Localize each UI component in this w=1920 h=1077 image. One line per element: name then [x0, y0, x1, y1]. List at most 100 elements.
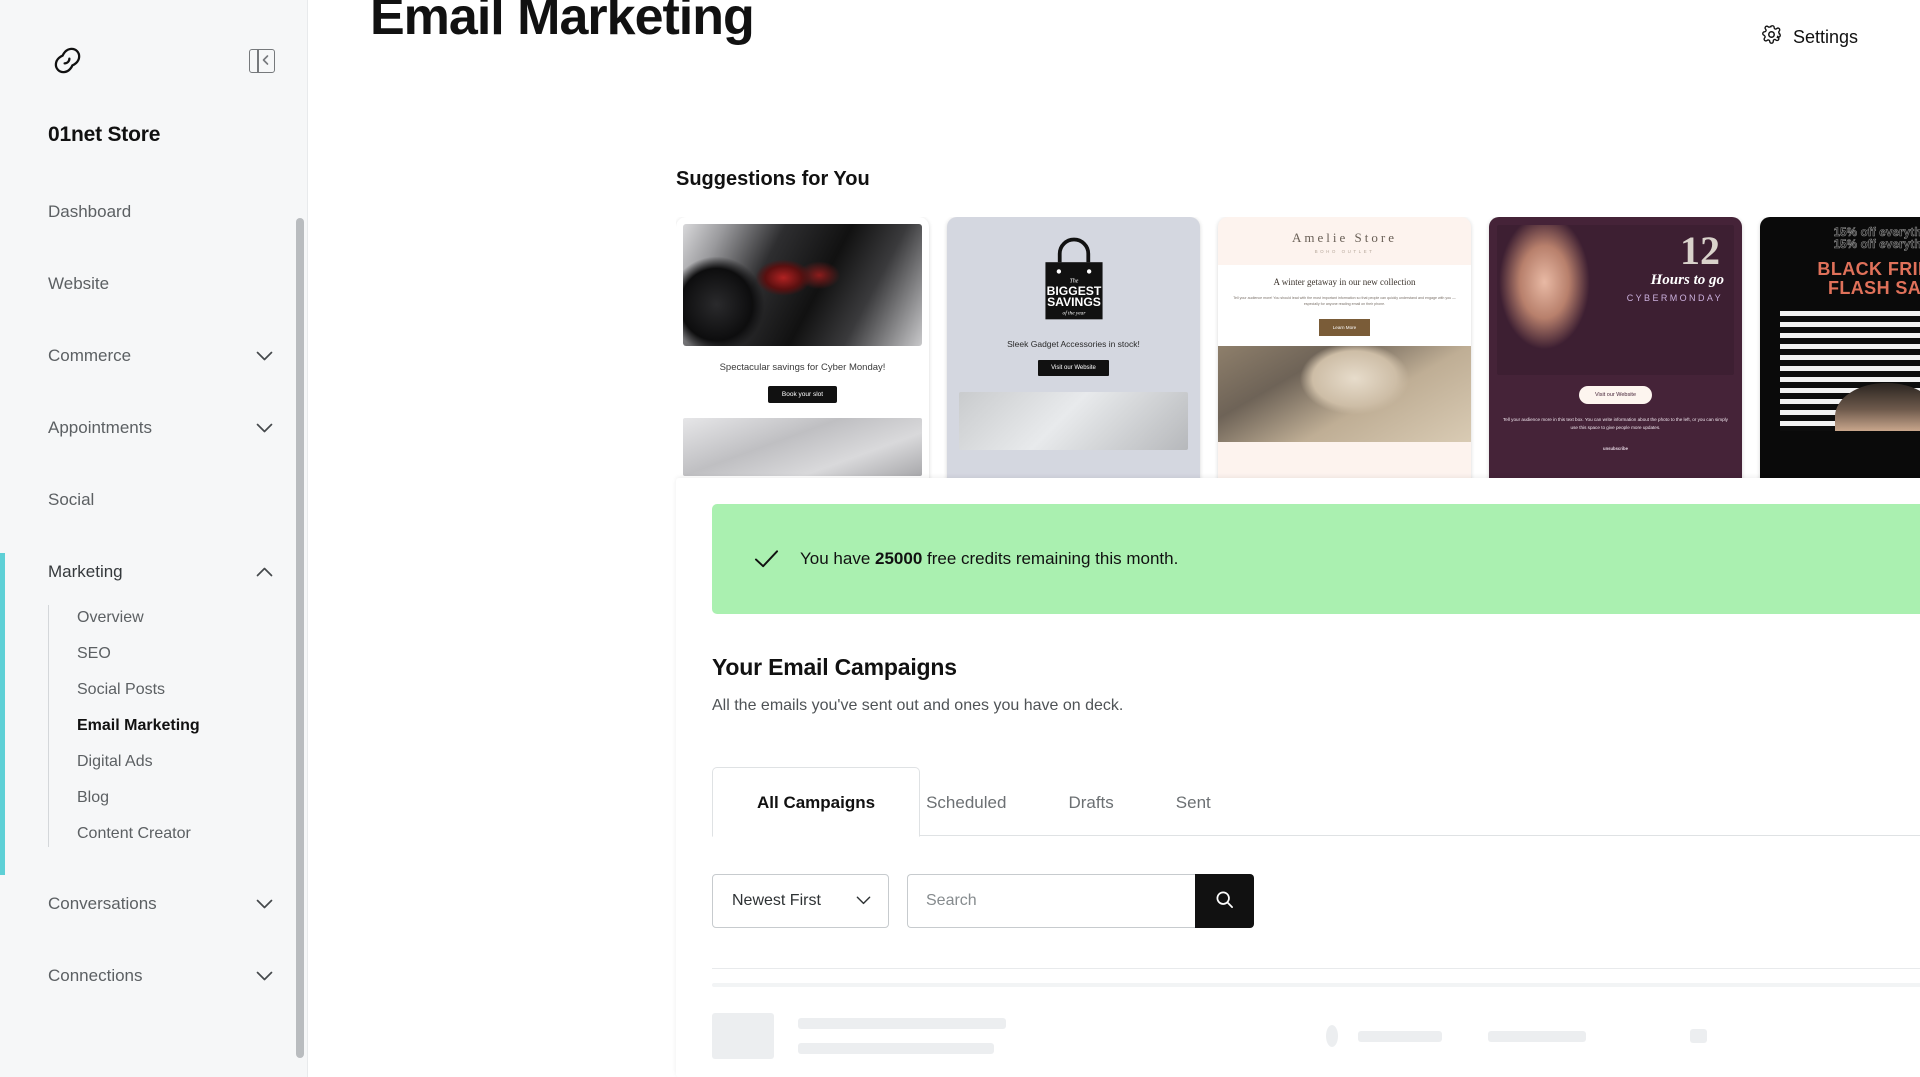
template-countdown-text: Hours to go — [1650, 272, 1724, 288]
sidebar-item-marketing[interactable]: Marketing — [0, 553, 307, 591]
template-hero-image — [1218, 345, 1471, 442]
template-card-biggest-savings[interactable]: The BIGGEST SAVINGS of the year Sleek Ga… — [947, 217, 1200, 495]
tab-sent[interactable]: Sent — [1176, 767, 1211, 836]
app-root: 01net Store Dashboard Website Commerce A… — [0, 0, 1920, 1077]
sidebar-group-marketing: Marketing Overview SEO Social Posts Emai… — [0, 553, 307, 875]
sidebar-subitem-label: Content Creator — [77, 825, 191, 842]
sidebar-item-label: Social — [48, 490, 95, 509]
template-event-name: CYBERMONDAY — [1626, 293, 1723, 303]
sidebar-item-conversations[interactable]: Conversations — [0, 885, 307, 923]
sidebar-subitem-label: Social Posts — [77, 681, 166, 698]
search-bar — [907, 874, 1254, 928]
collapse-sidebar-icon[interactable] — [249, 49, 275, 73]
sidebar-item-email-marketing[interactable]: Email Marketing — [77, 713, 307, 739]
search-input[interactable] — [907, 874, 1195, 928]
sidebar-item-seo[interactable]: SEO — [77, 641, 307, 667]
template-offer-line-1: 15% off everything — [1833, 227, 1920, 240]
collapse-chevron-left-icon — [261, 54, 270, 69]
chevron-down-icon — [256, 351, 273, 361]
chevron-up-icon — [256, 567, 273, 577]
template-caption: Spectacular savings for Cyber Monday! — [719, 362, 886, 373]
template-secondary-image — [683, 418, 922, 476]
sidebar-subitem-label: Email Marketing — [77, 717, 200, 734]
skeleton-meta — [1358, 1030, 1442, 1042]
skeleton-meta — [1488, 1030, 1586, 1042]
suggestions-heading: Suggestions for You — [676, 168, 870, 190]
sidebar-item-overview[interactable]: Overview — [77, 605, 307, 631]
sidebar-item-content-creator[interactable]: Content Creator — [77, 821, 307, 847]
sidebar-item-digital-ads[interactable]: Digital Ads — [77, 749, 307, 775]
sidebar-item-social[interactable]: Social — [0, 481, 307, 519]
banner-text-after: free credits remaining this month. — [922, 549, 1179, 568]
sidebar-item-connections[interactable]: Connections — [0, 957, 307, 995]
tab-all-campaigns[interactable]: All Campaigns — [712, 767, 921, 837]
template-heading: A winter getaway in our new collection — [1273, 277, 1416, 287]
sidebar-item-blog[interactable]: Blog — [77, 785, 307, 811]
template-title-line-2: FLASH SALE — [1827, 278, 1920, 299]
sidebar-item-dashboard[interactable]: Dashboard — [0, 193, 307, 231]
marketing-submenu: Overview SEO Social Posts Email Marketin… — [48, 605, 307, 847]
campaigns-tabs-row: All Campaigns Scheduled Drafts Sent Down… — [676, 767, 1920, 837]
main-content: Email Marketing Settings Suggestions for… — [308, 0, 1920, 1077]
campaigns-heading: Your Email Campaigns — [712, 654, 957, 680]
template-card-cyber-monday-12h[interactable]: 12 Hours to go CYBERMONDAY Visit our Web… — [1489, 217, 1742, 495]
sidebar-subitem-label: Overview — [77, 609, 144, 626]
campaigns-header: Your Email Campaigns All the emails you'… — [676, 614, 1920, 715]
campaigns-subheading: All the emails you've sent out and ones … — [712, 697, 1124, 714]
template-card-black-friday[interactable]: 15% off everything 15% off everything BL… — [1760, 217, 1920, 495]
template-card-amelie-store[interactable]: Amelie Store BOHO OUTLET A winter getawa… — [1218, 217, 1471, 495]
chevron-down-icon — [256, 971, 273, 981]
skeleton-thumbnail — [712, 1013, 774, 1059]
template-carousel[interactable]: Spectacular savings for Cyber Monday! Bo… — [676, 217, 1920, 499]
template-hero-image — [1780, 310, 1920, 431]
chevron-down-icon — [856, 892, 871, 910]
sidebar-item-commerce[interactable]: Commerce — [0, 337, 307, 375]
sidebar-item-appointments[interactable]: Appointments — [0, 409, 307, 447]
search-button[interactable] — [1195, 874, 1254, 928]
campaign-skeleton-row — [676, 987, 1920, 1059]
search-icon — [1215, 890, 1234, 912]
sidebar-item-label: Website — [48, 274, 110, 293]
sort-order-select[interactable]: Newest First — [712, 874, 889, 928]
sidebar-item-website[interactable]: Website — [0, 265, 307, 303]
sidebar-subitem-label: Digital Ads — [77, 753, 153, 770]
svg-text:SAVINGS: SAVINGS — [1047, 295, 1101, 309]
sidebar-subitem-label: Blog — [77, 789, 110, 806]
template-brand-header: Amelie Store BOHO OUTLET — [1218, 217, 1471, 265]
template-brand-name: Amelie Store — [1292, 230, 1397, 245]
store-name: 01net Store — [48, 123, 161, 146]
template-caption: Sleek Gadget Accessories in stock! — [1007, 339, 1140, 350]
template-cta-button: Book your slot — [767, 386, 838, 403]
skeleton-status-dot — [1326, 1025, 1338, 1047]
chevron-down-icon — [256, 423, 273, 433]
godaddy-heart-logo-icon[interactable] — [48, 42, 86, 80]
sidebar-item-social-posts[interactable]: Social Posts — [77, 677, 307, 703]
page-title: Email Marketing — [370, 0, 755, 46]
template-secondary-image — [959, 392, 1188, 451]
settings-button[interactable]: Settings — [1761, 24, 1858, 50]
skeleton-text-lines — [798, 1018, 1006, 1054]
credits-banner-text: You have 25000 free credits remaining th… — [800, 549, 1178, 569]
checkmark-icon — [754, 549, 779, 569]
sidebar-item-label: Connections — [48, 966, 143, 985]
sidebar-subitem-label: SEO — [77, 645, 111, 662]
template-cta-button: Visit our Website — [1578, 386, 1653, 404]
suggestions-section: Suggestions for You Spectacular savings … — [308, 168, 1920, 499]
template-brand-tagline: BOHO OUTLET — [1314, 249, 1375, 254]
template-card-cyber-monday-car[interactable]: Spectacular savings for Cyber Monday! Bo… — [676, 217, 929, 495]
template-title-line-1: BLACK FRIDAY — [1817, 259, 1920, 279]
page-header: Email Marketing Settings — [308, 0, 1920, 50]
template-offer-line-2: 15% off everything — [1833, 239, 1920, 252]
sidebar-header — [0, 0, 307, 80]
skeleton-line — [798, 1043, 994, 1054]
settings-label: Settings — [1792, 26, 1858, 47]
sidebar: 01net Store Dashboard Website Commerce A… — [0, 0, 308, 1077]
skeleton-meta — [1690, 1029, 1707, 1043]
banner-credits-value: 25000 — [875, 549, 923, 568]
collapse-icon-divider — [257, 50, 259, 72]
sidebar-item-label: Appointments — [48, 418, 152, 437]
tab-scheduled[interactable]: Scheduled — [926, 767, 1006, 836]
tab-drafts[interactable]: Drafts — [1068, 767, 1113, 836]
sidebar-scrollbar[interactable] — [296, 218, 304, 1058]
campaigns-panel: You have 25000 free credits remaining th… — [676, 478, 1920, 1077]
